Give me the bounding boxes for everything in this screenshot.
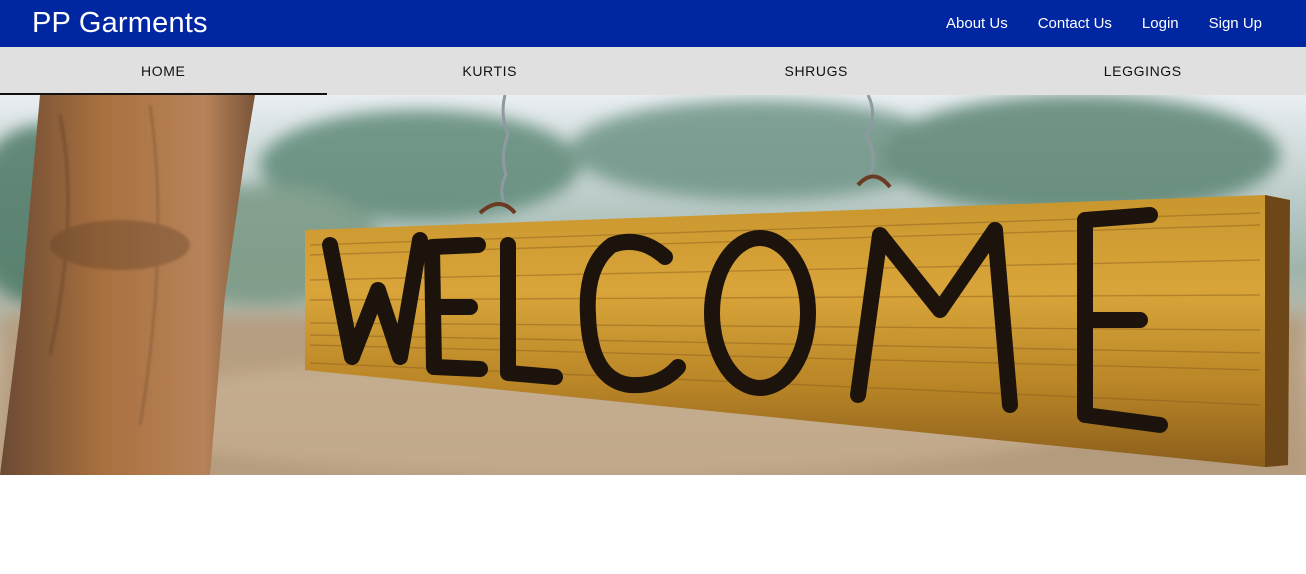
login-link[interactable]: Login: [1142, 15, 1179, 32]
category-tabs: HOME KURTIS SHRUGS LEGGINGS: [0, 47, 1306, 95]
welcome-hero-image: [0, 95, 1306, 475]
tab-home[interactable]: HOME: [0, 47, 327, 95]
about-us-link[interactable]: About Us: [946, 15, 1008, 32]
tab-leggings[interactable]: LEGGINGS: [980, 47, 1306, 95]
brand-title[interactable]: PP Garments: [32, 9, 208, 38]
top-nav: About Us Contact Us Login Sign Up: [946, 15, 1262, 32]
contact-us-link[interactable]: Contact Us: [1038, 15, 1112, 32]
sign-up-link[interactable]: Sign Up: [1209, 15, 1262, 32]
top-app-bar: PP Garments About Us Contact Us Login Si…: [0, 0, 1306, 47]
tab-shrugs[interactable]: SHRUGS: [653, 47, 980, 95]
tab-kurtis[interactable]: KURTIS: [327, 47, 654, 95]
